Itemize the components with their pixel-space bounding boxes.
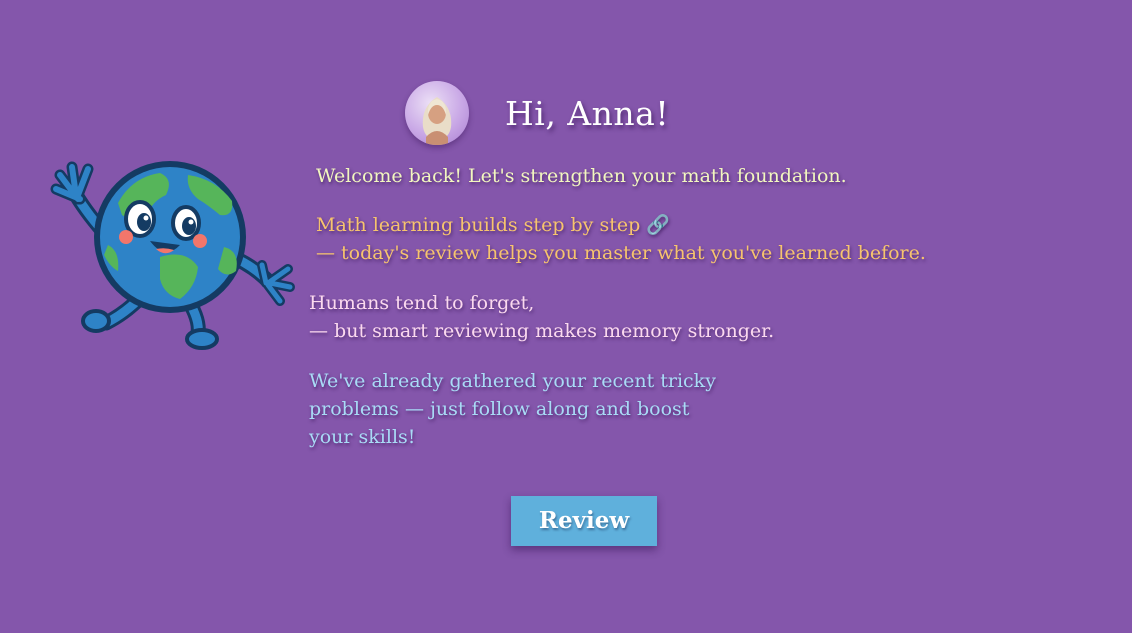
memory-message-line-2: — but smart reviewing makes memory stron… xyxy=(309,320,775,342)
user-avatar xyxy=(405,81,469,145)
problems-message-line-2: problems — just follow along and boost xyxy=(309,398,690,420)
welcome-text: Welcome back! Let's strengthen your math… xyxy=(316,165,847,187)
problems-message: We've already gathered your recent trick… xyxy=(309,367,716,451)
math-message: Math learning builds step by step 🔗 — to… xyxy=(316,211,926,267)
greeting-title: Hi, Anna! xyxy=(505,94,670,133)
math-message-line-2: — today's review helps you master what y… xyxy=(316,242,926,264)
memory-message: Humans tend to forget, — but smart revie… xyxy=(309,289,774,345)
earth-mascot-icon xyxy=(50,161,295,350)
problems-message-line-1: We've already gathered your recent trick… xyxy=(309,370,716,392)
user-avatar-icon xyxy=(422,97,452,145)
math-message-line-1: Math learning builds step by step 🔗 xyxy=(316,214,670,236)
review-button[interactable]: Review xyxy=(511,496,657,546)
memory-message-line-1: Humans tend to forget, xyxy=(309,292,535,314)
problems-message-line-3: your skills! xyxy=(309,426,416,448)
welcome-message: Welcome back! Let's strengthen your math… xyxy=(316,162,847,190)
